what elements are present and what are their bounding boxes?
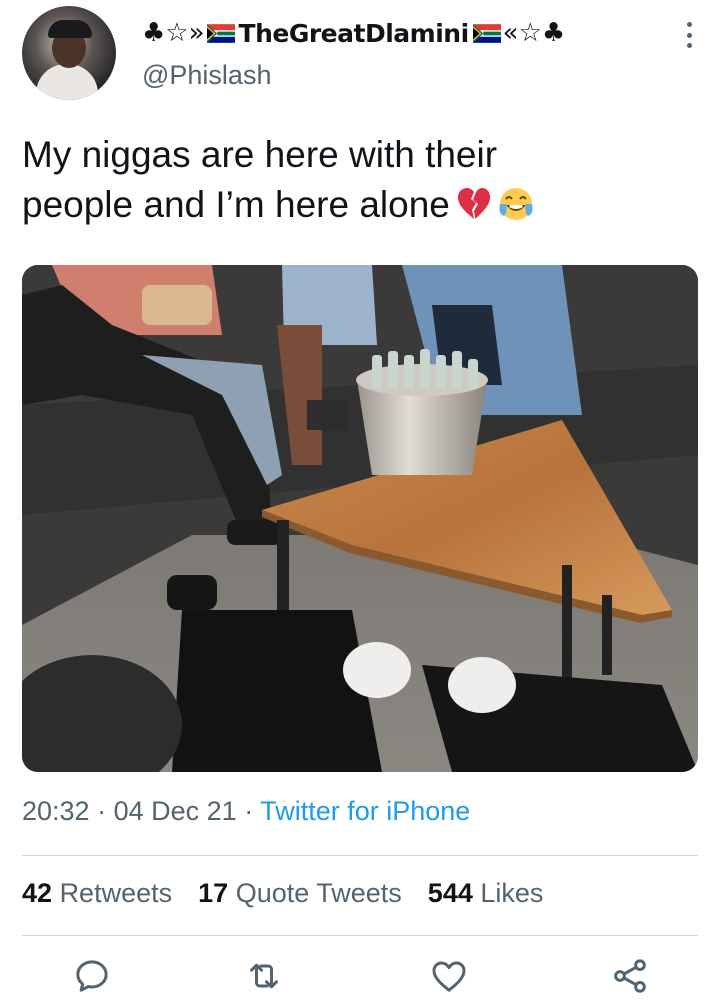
tweet-actions [22, 948, 698, 998]
divider [22, 855, 698, 856]
tweet-stats: 42 Retweets 17 Quote Tweets 544 Likes [22, 878, 543, 909]
divider [22, 935, 698, 936]
separator-dot: · [97, 796, 107, 826]
share-icon[interactable] [610, 956, 650, 996]
tweet-header: ♣☆» TheGreatDlamini «☆♣ @Phislash [0, 0, 720, 110]
name-prefix-symbols: ♣☆» [142, 18, 205, 48]
tweet-photo[interactable] [22, 265, 698, 772]
user-handle[interactable]: @Phislash [142, 60, 271, 91]
south-africa-flag-icon [472, 23, 501, 43]
tweet-timestamp: 20:32 · 04 Dec 21 · Twitter for iPhone [22, 796, 470, 827]
display-name: TheGreatDlamini [238, 18, 470, 48]
retweets-label: Retweets [59, 878, 173, 908]
tweet-text-line-2-text: people and I’m here alone [22, 184, 450, 225]
avatar-shirt [36, 64, 98, 100]
likes-label: Likes [480, 878, 544, 908]
like-icon[interactable] [429, 956, 469, 996]
reply-icon[interactable] [72, 956, 112, 996]
tweet-text-line-1: My niggas are here with their [22, 134, 498, 175]
likes-count: 544 [427, 878, 473, 908]
retweets-stat[interactable]: 42 Retweets [22, 878, 172, 909]
avatar[interactable] [22, 6, 116, 100]
tears-of-joy-icon [499, 188, 533, 220]
tweet-source-link[interactable]: Twitter for iPhone [260, 796, 470, 826]
south-africa-flag-icon [206, 23, 235, 43]
retweets-count: 42 [22, 878, 53, 908]
avatar-cap [48, 20, 92, 38]
likes-stat[interactable]: 544 Likes [428, 878, 544, 909]
more-icon[interactable] [684, 22, 694, 48]
tweet-text: My niggas are here with their people and… [22, 130, 692, 230]
quote-tweets-stat[interactable]: 17 Quote Tweets [198, 878, 402, 909]
tweet-photo-image [22, 265, 698, 772]
tweet-time[interactable]: 20:32 [22, 796, 90, 826]
quote-tweets-count: 17 [198, 878, 229, 908]
display-name-row[interactable]: ♣☆» TheGreatDlamini «☆♣ [142, 14, 565, 52]
tweet-text-line-2: people and I’m here alone [22, 180, 692, 230]
tweet-date[interactable]: 04 Dec 21 [114, 796, 237, 826]
retweet-icon[interactable] [244, 956, 284, 996]
name-suffix-symbols: «☆♣ [502, 18, 566, 48]
broken-heart-icon [457, 188, 490, 219]
quote-tweets-label: Quote Tweets [235, 878, 402, 908]
separator-dot: · [244, 796, 254, 826]
